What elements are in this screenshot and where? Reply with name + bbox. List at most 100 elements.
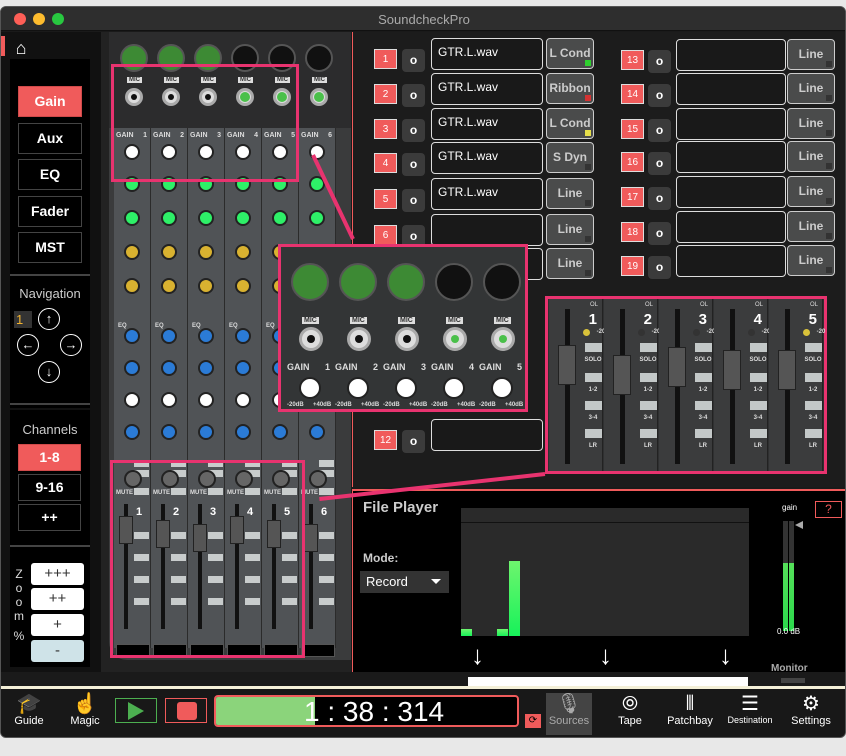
source-type-button[interactable]: Line: [787, 245, 835, 276]
solo-button[interactable]: [319, 532, 334, 539]
source-type-button[interactable]: Line: [787, 211, 835, 242]
channel-options-button[interactable]: o: [648, 222, 671, 245]
gain-knob[interactable]: [198, 144, 214, 160]
aux-knob[interactable]: [161, 244, 177, 260]
eq-knob[interactable]: [198, 328, 214, 344]
xlr-input[interactable]: [483, 263, 521, 301]
eq-knob[interactable]: [161, 424, 177, 440]
bus-button[interactable]: [171, 554, 186, 561]
arrow-left-icon[interactable]: ←: [17, 334, 39, 356]
arrow-down-icon[interactable]: ↓: [38, 361, 60, 383]
xlr-input[interactable]: [305, 44, 333, 72]
play-button[interactable]: [115, 698, 157, 723]
xlr-input[interactable]: [120, 44, 148, 72]
eq-knob[interactable]: [161, 328, 177, 344]
xlr-input[interactable]: [194, 44, 222, 72]
solo-button[interactable]: [585, 343, 602, 352]
bus-button[interactable]: [695, 401, 712, 410]
channel-options-button[interactable]: o: [648, 187, 671, 210]
aux-knob[interactable]: [161, 210, 177, 226]
bus-button[interactable]: [282, 576, 297, 583]
line-input[interactable]: [395, 327, 419, 351]
fader-handle[interactable]: [230, 516, 244, 544]
bus-button[interactable]: [134, 554, 149, 561]
line-input[interactable]: [347, 327, 371, 351]
tape-tab[interactable]: ⦾ Tape: [614, 693, 646, 727]
bus-button[interactable]: [640, 401, 657, 410]
aux-knob[interactable]: [235, 278, 251, 294]
bus-button[interactable]: [208, 598, 223, 605]
aux-knob[interactable]: [272, 176, 288, 192]
bus-button[interactable]: [319, 598, 334, 605]
fader-handle[interactable]: [193, 524, 207, 552]
pan-knob[interactable]: [198, 470, 216, 488]
line-input[interactable]: [299, 327, 323, 351]
solo-button[interactable]: [640, 343, 657, 352]
aux-knob[interactable]: [198, 278, 214, 294]
pan-knob[interactable]: [161, 470, 179, 488]
aux-knob[interactable]: [235, 244, 251, 260]
aux-knob[interactable]: [235, 210, 251, 226]
source-type-button[interactable]: Line: [546, 214, 594, 245]
eq-knob[interactable]: [161, 392, 177, 408]
line-input[interactable]: [310, 88, 328, 106]
source-type-button[interactable]: Line: [787, 141, 835, 172]
channel-options-button[interactable]: o: [402, 430, 425, 453]
source-type-button[interactable]: L Cond: [546, 108, 594, 139]
mode-select[interactable]: Record: [360, 571, 449, 593]
eq-knob[interactable]: [198, 360, 214, 376]
gain-slider-handle[interactable]: [795, 521, 803, 529]
eq-knob[interactable]: [235, 424, 251, 440]
xlr-input[interactable]: [157, 44, 185, 72]
low-cut-button[interactable]: [282, 460, 297, 467]
eq-knob[interactable]: [235, 360, 251, 376]
source-type-button[interactable]: Ribbon: [546, 73, 594, 104]
line-input[interactable]: [273, 88, 291, 106]
fader-handle[interactable]: [119, 516, 133, 544]
line-input[interactable]: [199, 88, 217, 106]
bus-button[interactable]: [695, 429, 712, 438]
zoom-small-button[interactable]: -: [31, 640, 84, 662]
eq-knob[interactable]: [235, 392, 251, 408]
bus-button[interactable]: [585, 429, 602, 438]
aux-knob[interactable]: [198, 176, 214, 192]
fader-handle[interactable]: [723, 349, 741, 390]
mode-eq-button[interactable]: EQ: [18, 159, 82, 190]
bus-button[interactable]: [750, 401, 767, 410]
file-name-field[interactable]: [431, 419, 543, 451]
channel-options-button[interactable]: o: [648, 152, 671, 175]
channel-options-button[interactable]: o: [402, 49, 425, 72]
eq-knob[interactable]: [235, 328, 251, 344]
bus-button[interactable]: [695, 373, 712, 382]
file-name-field[interactable]: [431, 214, 543, 246]
gain-knob[interactable]: [272, 144, 288, 160]
bus-button[interactable]: [282, 554, 297, 561]
source-type-button[interactable]: S Dyn: [546, 142, 594, 173]
eq-knob[interactable]: [124, 424, 140, 440]
bus-button[interactable]: [134, 598, 149, 605]
source-type-button[interactable]: Line: [546, 248, 594, 279]
channel-options-button[interactable]: o: [402, 189, 425, 212]
line-input[interactable]: [125, 88, 143, 106]
eq-knob[interactable]: [198, 392, 214, 408]
bus-button[interactable]: [134, 576, 149, 583]
channel-options-button[interactable]: o: [402, 119, 425, 142]
zoom-large-button[interactable]: ++: [31, 588, 84, 610]
eq-knob[interactable]: [161, 360, 177, 376]
destination-tab[interactable]: ☰ Destination: [723, 693, 777, 725]
low-cut-button[interactable]: [319, 460, 334, 467]
fader-handle[interactable]: [156, 520, 170, 548]
low-cut-button[interactable]: [134, 460, 149, 467]
fader-handle[interactable]: [613, 354, 631, 395]
bus-button[interactable]: [319, 576, 334, 583]
bus-button[interactable]: [640, 373, 657, 382]
bus-button[interactable]: [585, 401, 602, 410]
aux-knob[interactable]: [161, 278, 177, 294]
bus-button[interactable]: [171, 576, 186, 583]
settings-tab[interactable]: ⚙ Settings: [789, 693, 833, 727]
bus-button[interactable]: [750, 429, 767, 438]
line-input[interactable]: [491, 327, 515, 351]
file-name-field[interactable]: GTR.L.wav: [431, 73, 543, 105]
help-button[interactable]: ?: [815, 501, 842, 518]
low-cut-button[interactable]: [245, 460, 260, 467]
